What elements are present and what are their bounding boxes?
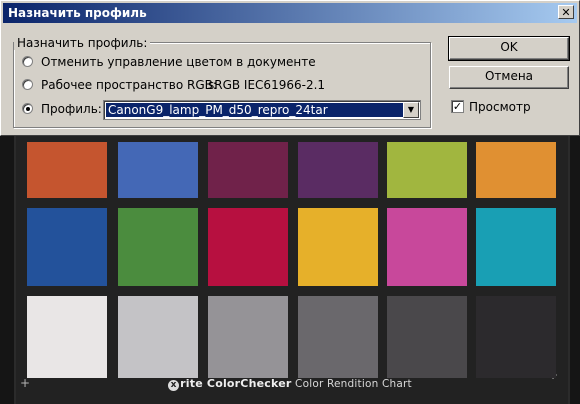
radio-button[interactable] bbox=[22, 56, 33, 67]
color-patch bbox=[27, 296, 107, 378]
radio-label: Отменить управление цветом в документе bbox=[41, 55, 316, 69]
color-patch bbox=[387, 296, 467, 378]
radio-selected-dot bbox=[26, 107, 30, 111]
color-patch bbox=[476, 142, 556, 198]
color-patch bbox=[298, 142, 378, 198]
dropdown-arrow-icon[interactable]: ▼ bbox=[403, 102, 419, 118]
color-patch bbox=[476, 296, 556, 378]
color-patch bbox=[118, 296, 198, 378]
color-patch bbox=[118, 208, 198, 286]
color-patch bbox=[208, 208, 288, 286]
color-patch bbox=[27, 208, 107, 286]
color-patch bbox=[476, 208, 556, 286]
dialog-titlebar[interactable]: Назначить профиль ✕ bbox=[3, 3, 577, 23]
color-patch bbox=[118, 142, 198, 198]
xrite-logo: x rite ColorChecker bbox=[168, 377, 292, 391]
preview-checkbox[interactable]: ✓ bbox=[451, 100, 464, 113]
close-button[interactable]: ✕ bbox=[558, 5, 574, 19]
cancel-button[interactable]: Отмена bbox=[449, 66, 569, 89]
group-label: Назначить профиль: bbox=[14, 36, 151, 50]
color-patch bbox=[298, 208, 378, 286]
color-patch bbox=[208, 142, 288, 198]
radio-button-selected[interactable] bbox=[22, 103, 33, 114]
working-rgb-value: sRGB IEC61966-2.1 bbox=[208, 78, 326, 92]
xrite-brand-caption: x rite ColorChecker Color Rendition Chart bbox=[0, 377, 580, 391]
xrite-logo-text: rite ColorChecker bbox=[180, 377, 292, 390]
radio-button[interactable] bbox=[22, 79, 33, 90]
color-patch bbox=[208, 296, 288, 378]
color-checker-photo: + + xrite ColorChecker Color Rendition C… bbox=[0, 132, 580, 404]
chart-caption: Color Rendition Chart bbox=[295, 378, 412, 390]
profile-dropdown[interactable]: CanonG9_lamp_PM_d50_repro_24tar ▼ bbox=[103, 100, 421, 120]
color-patch bbox=[387, 142, 467, 198]
color-patch bbox=[27, 142, 107, 198]
dialog-title: Назначить профиль bbox=[8, 6, 147, 20]
color-patch bbox=[387, 208, 467, 286]
close-icon: ✕ bbox=[561, 6, 571, 19]
xrite-logo-mark: x bbox=[168, 380, 180, 391]
color-patch bbox=[298, 296, 378, 378]
profile-dropdown-value: CanonG9_lamp_PM_d50_repro_24tar bbox=[105, 102, 404, 118]
preview-label: Просмотр bbox=[469, 100, 531, 114]
radio-label: Профиль: bbox=[41, 102, 102, 116]
ok-button[interactable]: OK bbox=[448, 36, 570, 61]
radio-label: Рабочее пространство RGB: bbox=[41, 78, 217, 92]
